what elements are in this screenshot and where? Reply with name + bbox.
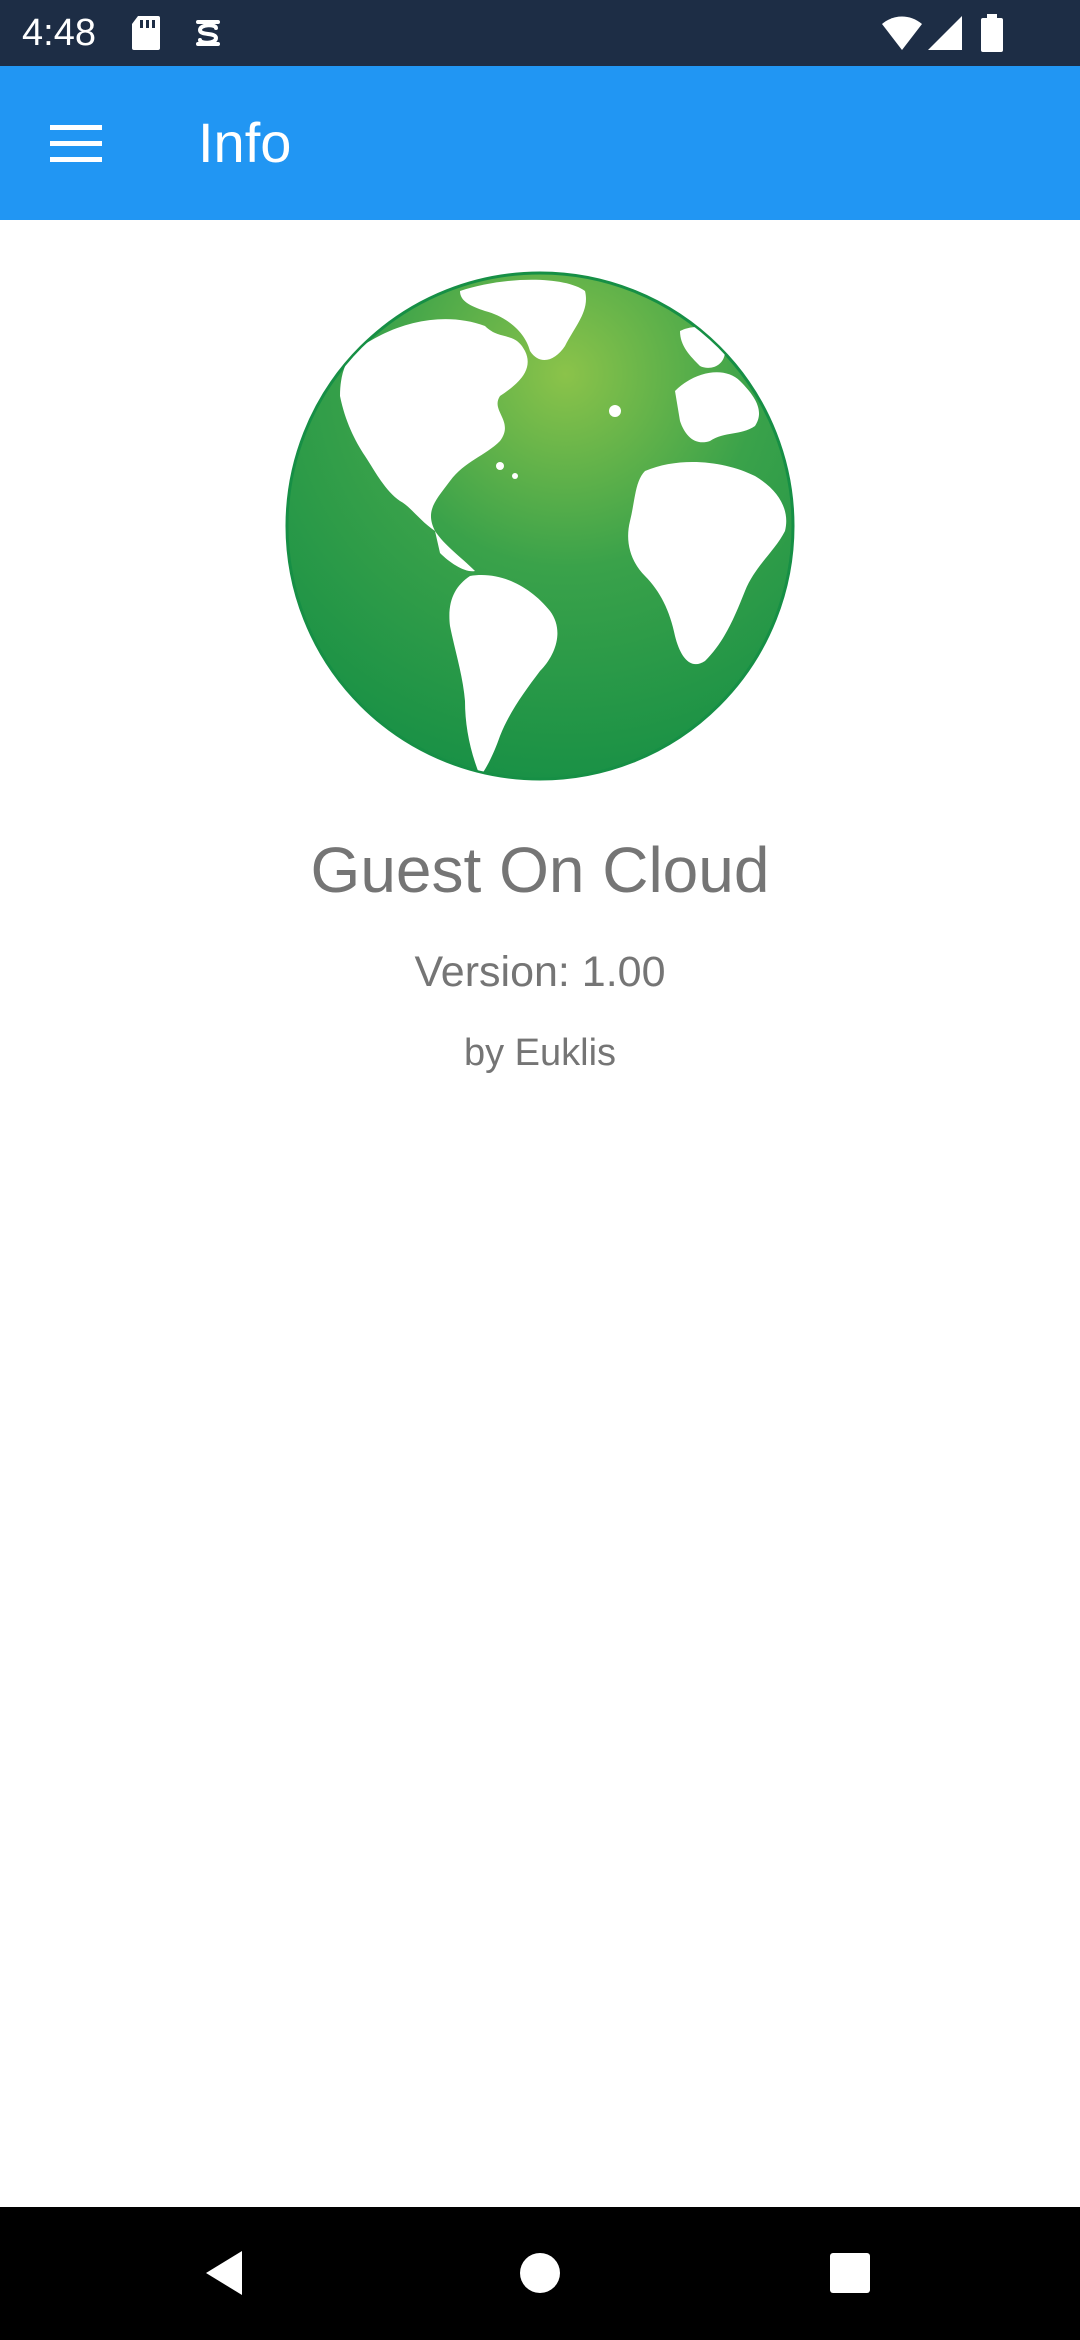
- app-bar: Info: [0, 66, 1080, 220]
- back-icon: [206, 2251, 242, 2295]
- back-button[interactable]: [192, 2241, 256, 2305]
- home-button[interactable]: [508, 2241, 572, 2305]
- app-title: Info: [198, 111, 292, 174]
- app-name: Guest On Cloud: [310, 834, 770, 906]
- sd-card-icon: [132, 16, 160, 50]
- info-screen: 4:48 Info Guest On Cloud Version: 1.00 b…: [0, 0, 1080, 2340]
- hamburger-menu-icon: [50, 125, 102, 162]
- status-time: 4:48: [22, 12, 96, 54]
- system-nav-bar: [0, 2207, 1080, 2340]
- recents-button[interactable]: [818, 2241, 882, 2305]
- recents-icon: [830, 2253, 870, 2293]
- author-label: by Euklis: [463, 1032, 617, 1074]
- wifi-icon: [882, 16, 922, 50]
- home-icon: [520, 2253, 560, 2293]
- sync-icon: [196, 20, 220, 46]
- battery-icon: [981, 14, 1003, 52]
- menu-button[interactable]: [40, 111, 112, 175]
- globe-icon: [285, 271, 795, 781]
- version-label: Version: 1.00: [414, 948, 666, 996]
- cell-signal-icon: [928, 16, 962, 50]
- status-bar: 4:48: [0, 0, 1080, 66]
